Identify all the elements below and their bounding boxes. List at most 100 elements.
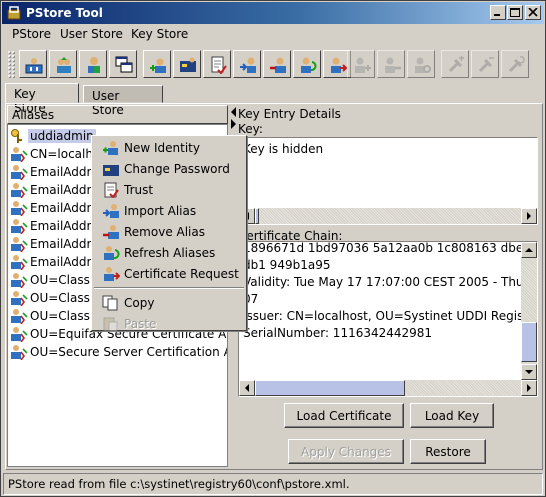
remove-user-button[interactable]: [377, 50, 405, 78]
refresh-aliases-button[interactable]: [293, 50, 321, 78]
remove-alias-button[interactable]: [263, 50, 291, 78]
menu-item-label: New Identity: [124, 141, 200, 155]
scroll-right-button[interactable]: [521, 208, 537, 224]
certificate-entry-icon: [11, 201, 28, 216]
chain-vscrollbar[interactable]: [521, 242, 537, 380]
alias-label: CN=localho: [30, 147, 101, 161]
certificate-entry-icon: [11, 273, 28, 288]
status-bar: PStore read from file c:\systinet\regist…: [3, 473, 543, 495]
alias-row[interactable]: OU=Secure Server Certification Autho: [8, 343, 227, 361]
trust-icon: [211, 56, 227, 74]
certificate-entry-icon: [11, 255, 28, 270]
load-key-button[interactable]: Load Key: [410, 403, 494, 428]
chain-line: db1 949b1a95: [243, 258, 331, 272]
menu-item-label: Refresh Aliases: [124, 246, 216, 260]
close-button[interactable]: [525, 5, 541, 20]
restore-button[interactable]: Restore: [410, 439, 486, 464]
menu-item-refresh-aliases[interactable]: Refresh Aliases: [94, 243, 244, 263]
menu-item-copy[interactable]: Copy: [94, 293, 244, 313]
chain-hscrollbar[interactable]: [239, 380, 537, 396]
scroll-right-button[interactable]: [521, 380, 537, 396]
menu-item-label: Certificate Request: [124, 267, 239, 281]
menu-key-store[interactable]: Key Store: [129, 27, 190, 41]
menu-item-change-password[interactable]: Change Password: [94, 159, 244, 179]
import-users-button[interactable]: [19, 50, 47, 78]
users-button[interactable]: [79, 50, 107, 78]
menu-user-store[interactable]: User Store: [58, 27, 125, 41]
add-identity-button[interactable]: [143, 50, 171, 78]
tab-key-store[interactable]: Key Store: [5, 83, 79, 115]
chain-line: Issuer: CN=localhost, OU=Systinet UDDI R…: [243, 309, 538, 323]
alias-label: OU=Class: [30, 309, 90, 323]
alias-label: EmailAddre: [30, 237, 99, 251]
menu-item-new-identity[interactable]: New Identity: [94, 138, 244, 158]
windows-button[interactable]: [109, 50, 137, 78]
add-user-button[interactable]: [347, 50, 375, 78]
alias-label: uddiadmin: [28, 129, 96, 143]
key-label: Key:: [238, 122, 263, 136]
import-alias-icon: [103, 204, 119, 218]
arrow-up-icon: [525, 248, 533, 252]
import-users-icon: [25, 58, 43, 74]
load-certificate-button[interactable]: Load Certificate: [284, 403, 404, 428]
plug-remove-button[interactable]: [501, 50, 529, 78]
menu-item-certificate-request[interactable]: Certificate Request: [94, 264, 244, 284]
scroll-thumb[interactable]: [255, 208, 259, 224]
scroll-left-button[interactable]: [239, 380, 255, 396]
certificate-entry-icon: [11, 309, 28, 324]
minimize-button[interactable]: [490, 5, 506, 20]
import-alias-icon: [240, 57, 256, 73]
scroll-track[interactable]: [255, 208, 521, 224]
certificate-entry-icon: [11, 291, 28, 306]
toolbar-grip[interactable]: [7, 50, 15, 78]
certificate-entry-icon: [11, 345, 28, 360]
plug-edit-button[interactable]: [471, 50, 499, 78]
key-textarea[interactable]: Key is hidden: [238, 137, 538, 225]
tab-user-store[interactable]: User Store: [83, 85, 163, 117]
menu-item-label: Import Alias: [124, 204, 197, 218]
menu-item-label: Remove Alias: [124, 225, 205, 239]
certificate-entry-icon: [11, 147, 28, 162]
menu-item-label: Change Password: [124, 162, 230, 176]
maximize-button[interactable]: [507, 5, 523, 20]
app-icon: [7, 6, 21, 20]
close-icon: [528, 8, 538, 17]
menu-pstore[interactable]: PStore: [10, 27, 53, 41]
title-bar[interactable]: PStore Tool: [2, 2, 544, 24]
scroll-up-button[interactable]: [521, 242, 537, 258]
remove-alias-icon: [270, 57, 286, 73]
plug-add-button[interactable]: [441, 50, 469, 78]
alias-label: OU=Secure Server Certification Autho: [30, 345, 227, 359]
scroll-thumb[interactable]: [255, 380, 405, 396]
menu-item-import-alias[interactable]: Import Alias: [94, 201, 244, 221]
copy-icon: [102, 295, 118, 311]
certificate-entry-icon: [11, 219, 28, 234]
menu-item-trust[interactable]: Trust: [94, 180, 244, 200]
scroll-down-button[interactable]: [521, 364, 537, 380]
key-hscrollbar[interactable]: [239, 208, 537, 224]
scroll-thumb[interactable]: [521, 322, 537, 362]
trust-button[interactable]: [203, 50, 231, 78]
chain-line: 07: [243, 292, 259, 306]
export-users-button[interactable]: [49, 50, 77, 78]
change-password-icon: [180, 57, 196, 72]
menu-item-paste[interactable]: Paste: [94, 314, 244, 334]
menu-item-label: Copy: [124, 296, 155, 310]
maximize-icon: [510, 8, 520, 17]
apply-changes-button[interactable]: Apply Changes: [288, 439, 404, 464]
remove-user-icon: [385, 57, 401, 73]
menu-bar: PStore User Store Key Store: [3, 25, 543, 45]
aliases-header[interactable]: Aliases: [7, 105, 228, 124]
menu-item-label: Paste: [124, 317, 157, 331]
details-header: Key Entry Details: [238, 107, 341, 121]
certificate-entry-icon: [11, 183, 28, 198]
import-alias-button[interactable]: [233, 50, 261, 78]
alias-label: OU=Class: [30, 291, 90, 305]
certificate-chain-textarea[interactable]: 1896671d 1bd97036 5a12aa0b 1c808163 dbe8…: [238, 241, 538, 397]
menu-item-remove-alias[interactable]: Remove Alias: [94, 222, 244, 242]
change-password-button[interactable]: [173, 50, 201, 78]
chain-line: Validity: Tue May 17 17:07:00 CEST 2005 …: [243, 275, 538, 289]
windows-icon: [115, 56, 133, 73]
user-settings-button[interactable]: [407, 50, 435, 78]
arrow-right-icon: [527, 384, 531, 392]
